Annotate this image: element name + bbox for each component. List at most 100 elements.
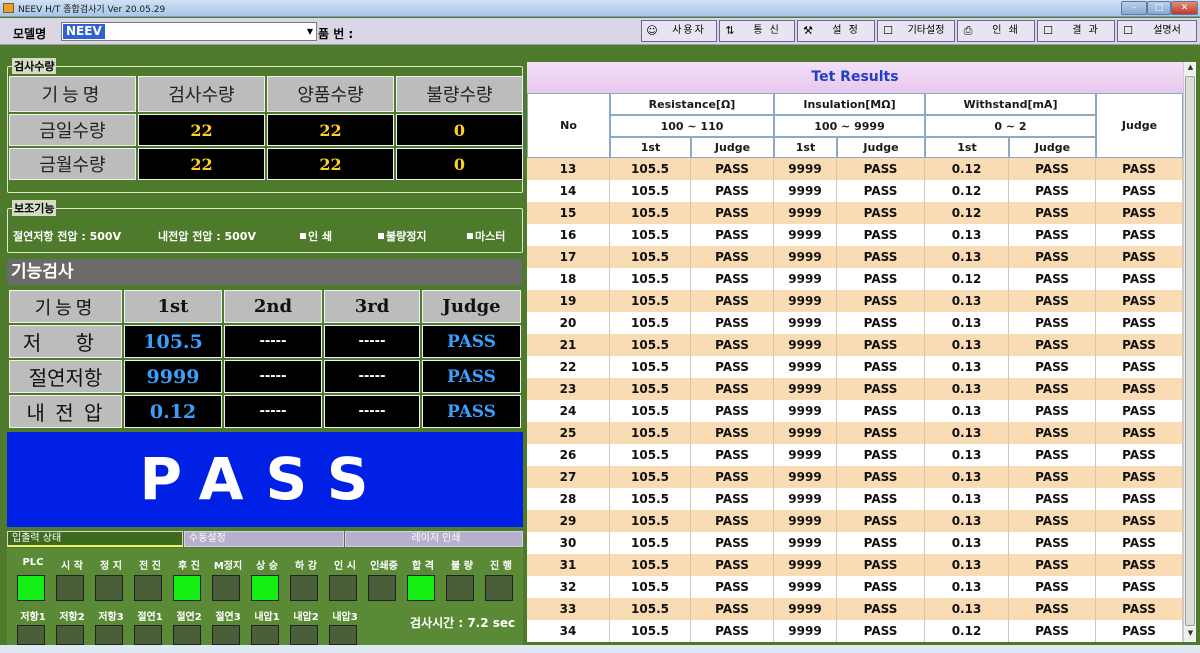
table-row[interactable]: 24 105.5 PASS 9999 PASS 0.13 PASS PASS [527,400,1183,422]
range-withstand: 0 ~ 2 [925,115,1096,137]
cell-judge: PASS [1096,268,1183,290]
table-row[interactable]: 34 105.5 PASS 9999 PASS 0.12 PASS PASS [527,620,1183,642]
lamp-label: 절연3 [215,612,241,623]
scroll-thumb[interactable] [1185,76,1195,626]
model-label: 모델명 [13,27,47,41]
table-row[interactable]: 33 105.5 PASS 9999 PASS 0.13 PASS PASS [527,598,1183,620]
checkbox-icon[interactable] [467,233,473,239]
tab-io-status[interactable]: 입출력 상태 [7,531,183,547]
chevron-down-icon[interactable]: ▼ [307,27,313,36]
cell-withstand: 0.13 [925,312,1009,334]
table-row[interactable]: 16 105.5 PASS 9999 PASS 0.13 PASS PASS [527,224,1183,246]
table-row[interactable]: 23 105.5 PASS 9999 PASS 0.13 PASS PASS [527,378,1183,400]
option-master[interactable]: 마스터 [467,228,505,244]
aux-group-title: 보조기능 [12,200,57,216]
manual-button[interactable]: ☐ 설명서 [1117,20,1197,42]
table-row[interactable]: 15 105.5 PASS 9999 PASS 0.12 PASS PASS [527,202,1183,224]
cell-insulation: 9999 [774,510,837,532]
cell-no: 29 [527,510,610,532]
minimize-button[interactable]: – [1121,1,1147,15]
table-row[interactable]: 22 105.5 PASS 9999 PASS 0.13 PASS PASS [527,356,1183,378]
cell-withstand: 0.13 [925,576,1009,598]
part-number-label: 품 번 : [318,27,354,41]
cell-no: 28 [527,488,610,510]
cell-no: 18 [527,268,610,290]
print-button[interactable]: ⎙ 인 쇄 [957,20,1035,42]
tab-manual-settings[interactable]: 수동설정 [184,531,344,547]
comm-button[interactable]: ⇅ 통 신 [719,20,795,42]
table-row[interactable]: 29 105.5 PASS 9999 PASS 0.13 PASS PASS [527,510,1183,532]
tab-laser-print[interactable]: 레이저 인쇄 [345,531,523,547]
count-month-good: 22 [267,148,394,180]
checkbox-icon[interactable] [300,233,306,239]
cell-insulation: 9999 [774,268,837,290]
count-group-title: 검사수량 [12,58,57,74]
table-row[interactable]: 26 105.5 PASS 9999 PASS 0.13 PASS PASS [527,444,1183,466]
table-row[interactable]: 25 105.5 PASS 9999 PASS 0.13 PASS PASS [527,422,1183,444]
table-row[interactable]: 20 105.5 PASS 9999 PASS 0.13 PASS PASS [527,312,1183,334]
scroll-up-icon[interactable]: ▲ [1185,63,1196,71]
cell-withstand-judge: PASS [1009,312,1096,334]
cell-resistance-judge: PASS [691,180,774,202]
cell-resistance-judge: PASS [691,158,774,180]
manual-icon: ☐ [1123,24,1133,37]
indicator-lamp [134,625,162,645]
model-select[interactable]: NEEV ▼ [61,22,317,41]
table-row[interactable]: 19 105.5 PASS 9999 PASS 0.13 PASS PASS [527,290,1183,312]
cell-withstand: 0.13 [925,378,1009,400]
cell-resistance-judge: PASS [691,312,774,334]
table-row[interactable]: 28 105.5 PASS 9999 PASS 0.13 PASS PASS [527,488,1183,510]
title-bar: NEEV H/T 종합검사기 Ver 20.05.29 – □ ✕ [0,0,1200,17]
function-test-title: 기능검사 [7,259,522,285]
cell-no: 16 [527,224,610,246]
cell-insulation: 9999 [774,224,837,246]
indicator-lamp [17,625,45,645]
cell-resistance: 105.5 [610,334,691,356]
settings-button[interactable]: ⚒ 설 정 [797,20,875,42]
cell-no: 19 [527,290,610,312]
func-withstand-judge: PASS [422,395,521,428]
cell-insulation-judge: PASS [837,532,925,554]
indicator-lamp [329,575,357,601]
table-row[interactable]: 17 105.5 PASS 9999 PASS 0.13 PASS PASS [527,246,1183,268]
cell-no: 14 [527,180,610,202]
indicator-lamp [446,575,474,601]
table-row[interactable]: 32 105.5 PASS 9999 PASS 0.13 PASS PASS [527,576,1183,598]
window-title: NEEV H/T 종합검사기 Ver 20.05.29 [18,5,166,15]
user-button[interactable]: ☺ 사용자 [641,20,717,42]
cell-resistance: 105.5 [610,312,691,334]
insulation-voltage: 절연저항 전압 : 500V [13,230,122,243]
cell-resistance-judge: PASS [691,224,774,246]
maximize-button[interactable]: □ [1147,1,1171,15]
option-defect-stop[interactable]: 불량정지 [378,228,426,244]
cell-insulation: 9999 [774,488,837,510]
cell-resistance-judge: PASS [691,488,774,510]
cell-judge: PASS [1096,180,1183,202]
checkbox-icon[interactable] [378,233,384,239]
table-row[interactable]: 21 105.5 PASS 9999 PASS 0.13 PASS PASS [527,334,1183,356]
table-row[interactable]: 18 105.5 PASS 9999 PASS 0.12 PASS PASS [527,268,1183,290]
close-button[interactable]: ✕ [1171,1,1198,15]
vertical-scrollbar[interactable]: ▲ ▼ [1183,62,1196,642]
cell-insulation-judge: PASS [837,268,925,290]
cell-no: 13 [527,158,610,180]
table-row[interactable]: 14 105.5 PASS 9999 PASS 0.12 PASS PASS [527,180,1183,202]
cell-insulation: 9999 [774,554,837,576]
model-value: NEEV [63,24,105,39]
func-insulation-1st: 9999 [124,360,222,393]
results-button[interactable]: ☐ 결 과 [1037,20,1115,42]
cell-judge: PASS [1096,334,1183,356]
table-row[interactable]: 30 105.5 PASS 9999 PASS 0.13 PASS PASS [527,532,1183,554]
cell-resistance-judge: PASS [691,444,774,466]
table-row[interactable]: 31 105.5 PASS 9999 PASS 0.13 PASS PASS [527,554,1183,576]
option-print[interactable]: 인 쇄 [300,228,332,244]
table-row[interactable]: 27 105.5 PASS 9999 PASS 0.13 PASS PASS [527,466,1183,488]
horizontal-scrollbar[interactable] [0,645,1200,653]
cell-withstand-judge: PASS [1009,488,1096,510]
cell-insulation-judge: PASS [837,466,925,488]
other-settings-button[interactable]: ☐ 기타설정 [877,20,955,42]
table-row[interactable]: 13 105.5 PASS 9999 PASS 0.12 PASS PASS [527,158,1183,180]
cell-insulation: 9999 [774,400,837,422]
scroll-down-icon[interactable]: ▼ [1185,629,1196,637]
cell-resistance: 105.5 [610,576,691,598]
